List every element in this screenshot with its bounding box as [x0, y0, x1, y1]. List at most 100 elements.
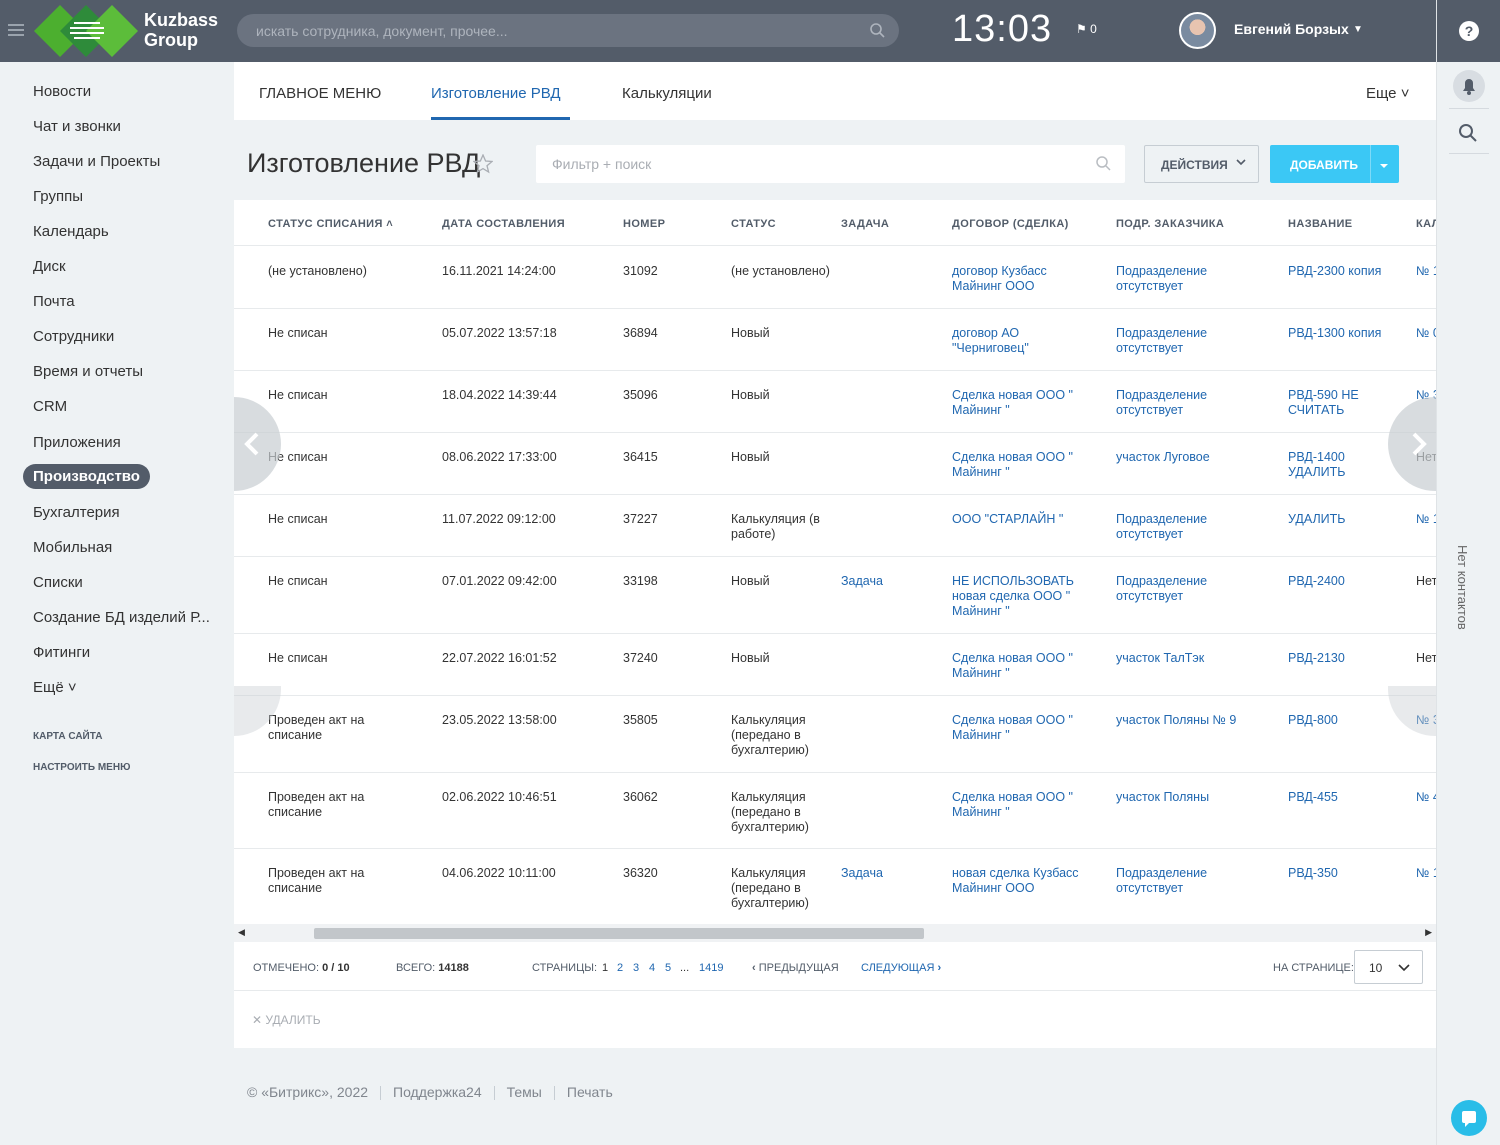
- print-link[interactable]: Печать: [567, 1084, 613, 1100]
- col-status[interactable]: СТАТУС: [731, 218, 776, 230]
- sitemap-link[interactable]: КАРТА САЙТА: [33, 731, 102, 742]
- sidebar-item-crm[interactable]: CRM: [33, 398, 67, 415]
- page-link-2[interactable]: 2: [617, 962, 623, 974]
- table-row[interactable]: Не списан 11.07.2022 09:12:00 37227 Калькул…: [234, 495, 1436, 557]
- col-deal[interactable]: ДОГОВОР (СДЕЛКА): [952, 218, 1069, 230]
- global-search-input[interactable]: [237, 14, 837, 47]
- cell-name[interactable]: РВД-1300 копия: [1288, 326, 1398, 341]
- cell-calc[interactable]: Нет: [1416, 574, 1436, 589]
- cell-deal[interactable]: Сделка новая ООО " Майнинг ": [952, 388, 1092, 418]
- cell-task[interactable]: Задача: [841, 574, 921, 589]
- themes-link[interactable]: Темы: [507, 1084, 542, 1100]
- cell-calc[interactable]: № 0: [1416, 326, 1436, 341]
- sidebar-item-groups[interactable]: Группы: [33, 188, 83, 205]
- cell-calc[interactable]: № 1: [1416, 512, 1436, 527]
- col-task[interactable]: ЗАДАЧА: [841, 218, 889, 230]
- cell-name[interactable]: РВД-2300 копия: [1288, 264, 1398, 279]
- col-calc[interactable]: КАЛ: [1416, 218, 1436, 230]
- configure-menu-link[interactable]: НАСТРОИТЬ МЕНЮ: [33, 762, 130, 773]
- cell-dept[interactable]: Подразделение отсутствует: [1116, 326, 1246, 356]
- cell-name[interactable]: РВД-2130: [1288, 651, 1398, 666]
- horizontal-scrollbar[interactable]: ◀ ▶: [234, 924, 1436, 942]
- cell-name[interactable]: РВД-350: [1288, 866, 1398, 881]
- col-dept[interactable]: ПОДР. ЗАКАЗЧИКА: [1116, 218, 1224, 230]
- help-icon[interactable]: ?: [1459, 21, 1479, 41]
- cell-dept[interactable]: Подразделение отсутствует: [1116, 388, 1246, 418]
- cell-name[interactable]: УДАЛИТЬ: [1288, 512, 1398, 527]
- cell-name[interactable]: РВД-590 НЕ СЧИТАТЬ: [1288, 388, 1398, 418]
- sidebar-item-mail[interactable]: Почта: [33, 293, 75, 310]
- per-page-select[interactable]: 10: [1354, 950, 1423, 984]
- cell-deal[interactable]: новая сделка Кузбасс Майнинг ООО: [952, 866, 1092, 896]
- page-link-4[interactable]: 4: [649, 962, 655, 974]
- sidebar-item-news[interactable]: Новости: [33, 83, 91, 100]
- cell-calc[interactable]: № 1: [1416, 866, 1436, 881]
- sidebar-item-chat[interactable]: Чат и звонки: [33, 118, 121, 135]
- sidebar-item-fittings[interactable]: Фитинги: [33, 644, 90, 661]
- caret-down-icon[interactable]: [1379, 159, 1389, 173]
- clock[interactable]: 13:03: [952, 8, 1052, 51]
- cell-deal[interactable]: Сделка новая ООО " Майнинг ": [952, 713, 1092, 743]
- open-chat-icon[interactable]: [1451, 1100, 1487, 1136]
- table-row[interactable]: (не установлено) 16.11.2021 14:24:00 31092…: [234, 247, 1436, 309]
- add-button[interactable]: ДОБАВИТЬ: [1270, 145, 1399, 183]
- star-icon[interactable]: [473, 154, 493, 174]
- table-row[interactable]: Проведен акт на списание 02.06.2022 10:46…: [234, 773, 1436, 849]
- delete-selected-button[interactable]: ✕ УДАЛИТЬ: [252, 1013, 321, 1027]
- sidebar-item-tasks[interactable]: Задачи и Проекты: [33, 153, 160, 170]
- sidebar-item-calendar[interactable]: Календарь: [33, 223, 109, 240]
- sidebar-item-more[interactable]: Ещё ˅: [33, 679, 77, 696]
- cell-calc[interactable]: Нет: [1416, 651, 1436, 666]
- cell-deal[interactable]: ООО "СТАРЛАЙН ": [952, 512, 1092, 527]
- col-write-off-status[interactable]: СТАТУС СПИСАНИЯ ˄: [268, 218, 393, 230]
- col-name[interactable]: НАЗВАНИЕ: [1288, 218, 1353, 230]
- global-search[interactable]: [237, 14, 899, 47]
- cell-deal[interactable]: Сделка новая ООО " Майнинг ": [952, 651, 1092, 681]
- tab-rvd[interactable]: Изготовление РВД: [431, 85, 561, 102]
- cell-deal[interactable]: договор Кузбасс Майнинг ООО: [952, 264, 1092, 294]
- support-link[interactable]: Поддержка24: [393, 1084, 482, 1100]
- table-row[interactable]: Не списан 05.07.2022 13:57:18 36894 Новый до…: [234, 309, 1436, 371]
- col-date[interactable]: ДАТА СОСТАВЛЕНИЯ: [442, 218, 565, 230]
- filter-search[interactable]: [536, 145, 1125, 183]
- cell-deal[interactable]: Сделка новая ООО " Майнинг ": [952, 450, 1092, 480]
- arrow-right-icon[interactable]: ▶: [1425, 927, 1432, 938]
- table-row[interactable]: Проведен акт на списание 04.06.2022 10:11…: [234, 849, 1436, 926]
- tab-more[interactable]: Еще ˅: [1366, 85, 1409, 102]
- cell-calc[interactable]: № 4: [1416, 790, 1436, 805]
- cell-name[interactable]: РВД-1400 УДАЛИТЬ: [1288, 450, 1398, 480]
- sidebar-item-lists[interactable]: Списки: [33, 574, 83, 591]
- cell-task[interactable]: Задача: [841, 866, 921, 881]
- table-row[interactable]: Проведен акт на списание 23.05.2022 13:58…: [234, 696, 1436, 773]
- search-icon[interactable]: [1459, 124, 1477, 142]
- table-row[interactable]: Не списан 08.06.2022 17:33:00 36415 Новый Сд…: [234, 433, 1436, 495]
- menu-burger-icon[interactable]: [8, 24, 24, 38]
- page-link-5[interactable]: 5: [665, 962, 671, 974]
- col-number[interactable]: НОМЕР: [623, 218, 665, 230]
- cell-calc[interactable]: № 1: [1416, 264, 1436, 279]
- cell-name[interactable]: РВД-2400: [1288, 574, 1398, 589]
- cell-deal[interactable]: НЕ ИСПОЛЬЗОВАТЬ новая сделка ООО " Майни…: [952, 574, 1092, 619]
- cell-deal[interactable]: договор АО "Черниговец": [952, 326, 1092, 356]
- page-link-1[interactable]: 1: [602, 962, 608, 974]
- cell-dept[interactable]: Подразделение отсутствует: [1116, 866, 1246, 896]
- flag-counter[interactable]: ⚑ 0: [1076, 22, 1097, 36]
- table-row[interactable]: Не списан 18.04.2022 14:39:44 35096 Новый Сд…: [234, 371, 1436, 433]
- arrow-left-icon[interactable]: ◀: [238, 927, 245, 938]
- cell-dept[interactable]: Подразделение отсутствует: [1116, 512, 1246, 542]
- table-row[interactable]: Не списан 07.01.2022 09:42:00 33198 Новый За…: [234, 557, 1436, 634]
- scrollbar-thumb[interactable]: [314, 928, 924, 939]
- cell-name[interactable]: РВД-800: [1288, 713, 1398, 728]
- tab-main-menu[interactable]: ГЛАВНОЕ МЕНЮ: [259, 85, 381, 102]
- table-row[interactable]: Не списан 22.07.2022 16:01:52 37240 Новый Сд…: [234, 634, 1436, 696]
- search-icon[interactable]: [870, 23, 885, 38]
- page-link-last[interactable]: 1419: [699, 962, 723, 974]
- cell-dept[interactable]: Подразделение отсутствует: [1116, 264, 1246, 294]
- cell-dept[interactable]: Подразделение отсутствует: [1116, 574, 1246, 604]
- cell-dept[interactable]: участок Поляны: [1116, 790, 1246, 805]
- sidebar-item-production[interactable]: Производство: [23, 464, 150, 489]
- cell-deal[interactable]: Сделка новая ООО " Майнинг ": [952, 790, 1092, 820]
- kuzbass-logo-icon[interactable]: [34, 5, 138, 57]
- sidebar-item-employees[interactable]: Сотрудники: [33, 328, 114, 345]
- prev-page-button[interactable]: ‹ ПРЕДЫДУЩАЯ: [752, 962, 839, 974]
